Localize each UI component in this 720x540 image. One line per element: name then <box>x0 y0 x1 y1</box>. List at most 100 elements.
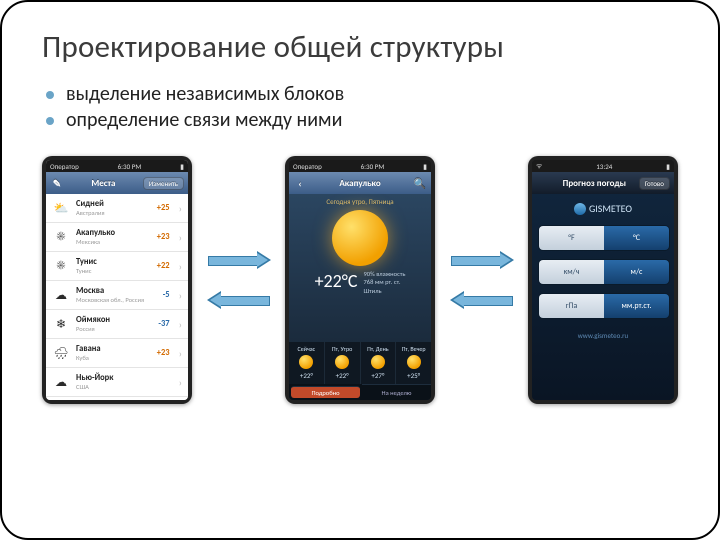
chevron-right-icon: › <box>179 347 182 360</box>
detail-tabs: Подробно На неделю <box>289 384 431 400</box>
weather-icon: ☀ <box>52 228 70 246</box>
segmented-control: км/чм/с <box>538 259 670 285</box>
forecast-temp: +25° <box>396 371 431 380</box>
city-sub: Московская обл., Россия <box>76 297 157 304</box>
segments-group: °F°Cкм/чм/сгПамм.рт.ст. <box>538 225 668 319</box>
phone-settings: ᯤ 13:24 ▮ Прогноз погоды Готово GISMETEO… <box>528 156 678 404</box>
city-sub: Куба <box>76 355 151 362</box>
navbar-title: Прогноз погоды <box>563 178 626 189</box>
wind: Штиль <box>364 287 406 295</box>
chevron-right-icon: › <box>179 376 182 389</box>
list-item[interactable]: ☀ТунисТунис+22› <box>46 252 188 281</box>
edit-icon[interactable]: ✎ <box>50 176 64 190</box>
list-item[interactable]: ☁ Нью-ЙоркСША › <box>46 368 188 397</box>
status-bar: Оператор 6:30 PM ▮ <box>289 160 431 172</box>
forecast-day: Пт, Вечер <box>396 345 431 353</box>
weather-icon: ☁ <box>52 286 70 304</box>
tab-week[interactable]: На неделю <box>362 384 431 400</box>
navbar-settings: Прогноз погоды Готово <box>532 172 674 194</box>
segment-option[interactable]: мм.рт.ст. <box>604 294 669 318</box>
segment-option[interactable]: °C <box>604 226 669 250</box>
city-sub: Мексика <box>76 239 151 246</box>
weather-icon: 🌧 <box>52 344 70 362</box>
list-item[interactable]: 🌧 ГаванаКуба +23 › <box>46 339 188 368</box>
city-sub: США <box>76 384 164 391</box>
list-item-text: МоскваМосковская обл., Россия <box>76 287 157 303</box>
humidity: 90% влажность <box>364 270 406 278</box>
status-bar: Оператор 6:30 PM ▮ <box>46 160 188 172</box>
city-name: Оймякон <box>76 316 152 325</box>
navbar-detail: ‹ Акапулько 🔍 <box>289 172 431 194</box>
brand-logo: GISMETEO <box>574 202 632 215</box>
weather-icon: ☁ <box>52 373 70 391</box>
sun-icon <box>335 355 349 369</box>
segmented-control: °F°C <box>538 225 670 251</box>
chevron-right-icon: › <box>179 231 182 244</box>
city-temp: -5 <box>163 290 170 300</box>
status-time: 6:30 PM <box>118 162 142 171</box>
segment-option[interactable]: °F <box>539 226 604 250</box>
current-weather: +22°C 90% влажность 768 мм рт. ст. Штиль <box>289 270 431 295</box>
edit-button[interactable]: Изменить <box>143 177 184 190</box>
weather-icon: ⛅ <box>52 199 70 217</box>
bullet-item: определение связи между ними <box>46 108 678 132</box>
city-temp: +23 <box>157 348 170 358</box>
globe-icon <box>574 203 586 215</box>
city-name: Москва <box>76 287 157 296</box>
city-name: Тунис <box>76 258 151 267</box>
list-item-text: ГаванаКуба <box>76 345 151 361</box>
sun-icon <box>407 355 421 369</box>
day-label: Сегодня утро, Пятница <box>289 194 431 206</box>
list-item-text: ОймяконРоссия <box>76 316 152 332</box>
forecast-day: Пт, Утро <box>325 345 360 353</box>
city-name: Нью-Йорк <box>76 374 164 383</box>
city-temp: +25 <box>157 203 170 213</box>
segment-option[interactable]: км/ч <box>539 260 604 284</box>
site-link[interactable]: www.gismeteo.ru <box>578 331 628 340</box>
arrows-group-1 <box>208 253 270 307</box>
done-button[interactable]: Готово <box>639 177 670 190</box>
phone-detail: Оператор 6:30 PM ▮ ‹ Акапулько 🔍 Сегодня… <box>285 156 435 404</box>
list-item[interactable]: ❄ОймяконРоссия-37› <box>46 310 188 339</box>
slide-frame: Проектирование общей структуры выделение… <box>0 0 720 540</box>
forecast-day: Пт, День <box>361 345 396 353</box>
forecast-cell[interactable]: Пт, Вечер +25° <box>396 342 431 384</box>
list-item[interactable]: ⛅СиднейАвстралия+25› <box>46 194 188 223</box>
city-temp: -37 <box>158 319 169 329</box>
chevron-right-icon: › <box>179 289 182 302</box>
tab-detail[interactable]: Подробно <box>291 386 360 398</box>
status-time: 13:24 <box>596 162 612 171</box>
settings-body: GISMETEO °F°Cкм/чм/сгПамм.рт.ст. www.gis… <box>532 194 674 400</box>
pressure: 768 мм рт. ст. <box>364 278 406 286</box>
screen-settings: ᯤ 13:24 ▮ Прогноз погоды Готово GISMETEO… <box>532 160 674 400</box>
back-icon[interactable]: ‹ <box>293 176 307 190</box>
search-icon[interactable]: 🔍 <box>413 176 427 190</box>
status-carrier: Оператор <box>50 162 79 171</box>
sun-icon <box>332 210 388 266</box>
weather-detail: Сегодня утро, Пятница +22°C 90% влажност… <box>289 194 431 400</box>
screen-detail: Оператор 6:30 PM ▮ ‹ Акапулько 🔍 Сегодня… <box>289 160 431 400</box>
city-sub: Тунис <box>76 268 151 275</box>
weather-icon: ❄ <box>52 315 70 333</box>
bullet-list: выделение независимых блоков определение… <box>46 82 678 132</box>
phone-places: Оператор 6:30 PM ▮ ✎ Места Изменить ⛅Сид… <box>42 156 192 404</box>
forecast-cell[interactable]: Пт, Утро+22° <box>325 342 361 384</box>
status-time: 6:30 PM <box>361 162 385 171</box>
forecast-cell[interactable]: Сейчас+22° <box>289 342 325 384</box>
navbar-title: Места <box>91 178 115 189</box>
segment-option[interactable]: м/с <box>604 260 669 284</box>
forecast-cell[interactable]: Пт, День+27° <box>361 342 397 384</box>
arrow-right-icon <box>208 253 270 267</box>
screen-places: Оператор 6:30 PM ▮ ✎ Места Изменить ⛅Сид… <box>46 160 188 400</box>
forecast-day: Сейчас <box>289 345 324 353</box>
arrow-right-icon <box>451 253 513 267</box>
bullet-item: выделение независимых блоков <box>46 82 678 106</box>
status-battery-icon: ▮ <box>423 162 427 171</box>
sun-icon <box>299 355 313 369</box>
list-item[interactable]: ☀АкапулькоМексика+23› <box>46 223 188 252</box>
current-temp: +22°C <box>315 270 358 292</box>
city-name: Гавана <box>76 345 151 354</box>
list-item[interactable]: ☁ МоскваМосковская обл., Россия -5 › <box>46 281 188 310</box>
segment-option[interactable]: гПа <box>539 294 604 318</box>
list-item-text: ТунисТунис <box>76 258 151 274</box>
